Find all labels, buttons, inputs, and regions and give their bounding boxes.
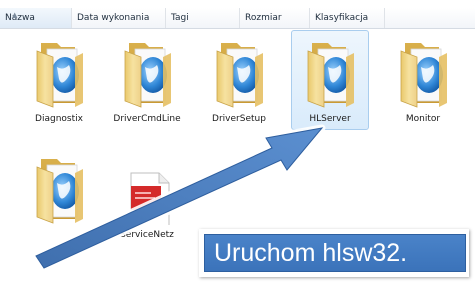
callout-text: Uruchom hlsw32. bbox=[204, 234, 466, 272]
sort-ascending-icon: ▲ bbox=[12, 11, 18, 19]
column-classification[interactable]: Klasyfikacja bbox=[310, 8, 385, 28]
item-label: Monitor bbox=[405, 114, 441, 124]
folder-icon bbox=[124, 42, 172, 108]
folder-icon bbox=[307, 42, 355, 108]
column-date[interactable]: Data wykonania bbox=[72, 8, 166, 28]
column-name[interactable]: ▲ Nazwa bbox=[0, 8, 72, 28]
column-tags[interactable]: Tagi bbox=[166, 8, 240, 28]
folder-item-driversetup[interactable]: DriverSetup bbox=[200, 30, 278, 130]
item-label: Diagnostix bbox=[35, 114, 83, 124]
document-icon bbox=[130, 172, 170, 225]
file-item-servicenetz[interactable]: ServiceNetz bbox=[108, 146, 186, 246]
item-label: DriverSetup bbox=[212, 114, 266, 124]
folder-item[interactable] bbox=[20, 146, 98, 246]
folder-item-diagnostix[interactable]: Diagnostix bbox=[20, 30, 98, 130]
folder-icon bbox=[216, 42, 264, 108]
column-size[interactable]: Rozmiar bbox=[240, 8, 310, 28]
item-label: DriverCmdLine bbox=[113, 114, 181, 124]
folder-icon bbox=[36, 42, 84, 108]
folder-item-monitor[interactable]: Monitor bbox=[384, 30, 462, 130]
column-header: ▲ Nazwa Data wykonania Tagi Rozmiar Klas… bbox=[0, 8, 475, 29]
instruction-callout: Uruchom hlsw32. bbox=[199, 229, 469, 277]
item-label: ServiceNetz bbox=[120, 230, 174, 240]
folder-icon bbox=[400, 42, 448, 108]
folder-item-hlserver[interactable]: HLServer bbox=[291, 30, 369, 130]
folder-item-drivercmdline[interactable]: DriverCmdLine bbox=[108, 30, 186, 130]
item-label: HLServer bbox=[309, 114, 351, 124]
folder-icon bbox=[36, 158, 84, 224]
